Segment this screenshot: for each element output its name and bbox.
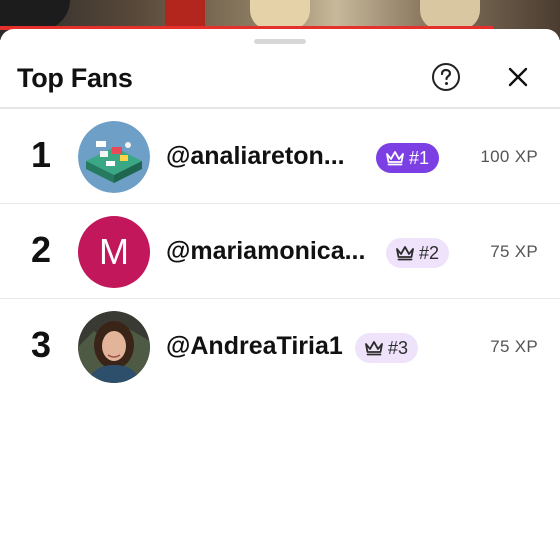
fan-row[interactable]: 3 @AndreaTiria1 #3 75 XP	[0, 299, 560, 393]
fan-xp: 75 XP	[490, 242, 538, 261]
badge-label: #3	[388, 338, 409, 358]
crown-icon	[386, 151, 404, 166]
rank-badge: #3	[355, 333, 419, 363]
crown-icon	[396, 246, 414, 261]
crown-icon	[365, 341, 383, 356]
fan-row[interactable]: 2 M @mariamonica... #2 75 XP	[0, 204, 560, 299]
avatar-initial: M	[99, 231, 129, 272]
fan-row[interactable]: 1 @analiareton... #1 100 XP	[0, 109, 560, 204]
avatar-image	[78, 121, 150, 193]
badge-label: #2	[419, 243, 440, 263]
help-button[interactable]	[431, 62, 461, 92]
fan-rank: 1	[30, 134, 52, 175]
fan-xp: 100 XP	[480, 147, 538, 166]
close-button[interactable]	[504, 63, 532, 91]
question-circle-icon	[432, 63, 460, 91]
avatar[interactable]	[78, 121, 150, 193]
fan-username[interactable]: @AndreaTiria1	[166, 331, 343, 361]
fan-rank: 3	[30, 324, 52, 365]
fan-rank: 2	[30, 229, 52, 270]
avatar-image	[78, 311, 150, 383]
fan-xp: 75 XP	[490, 337, 538, 356]
badge-label: #1	[409, 148, 430, 168]
fan-username[interactable]: @analiareton...	[166, 141, 345, 171]
top-fans-sheet: Top Fans 1 @analiareton... #1 100 XP 2 M…	[0, 29, 560, 560]
drag-handle[interactable]	[254, 39, 306, 44]
fan-username[interactable]: @mariamonica...	[166, 236, 365, 266]
rank-badge: #2	[386, 238, 450, 268]
rank-badge: #1	[376, 143, 440, 173]
avatar[interactable]: M	[78, 216, 150, 288]
close-x-icon	[508, 67, 528, 87]
sheet-title: Top Fans	[17, 63, 133, 93]
avatar[interactable]	[78, 311, 150, 383]
sheet-header: Top Fans	[0, 49, 560, 109]
